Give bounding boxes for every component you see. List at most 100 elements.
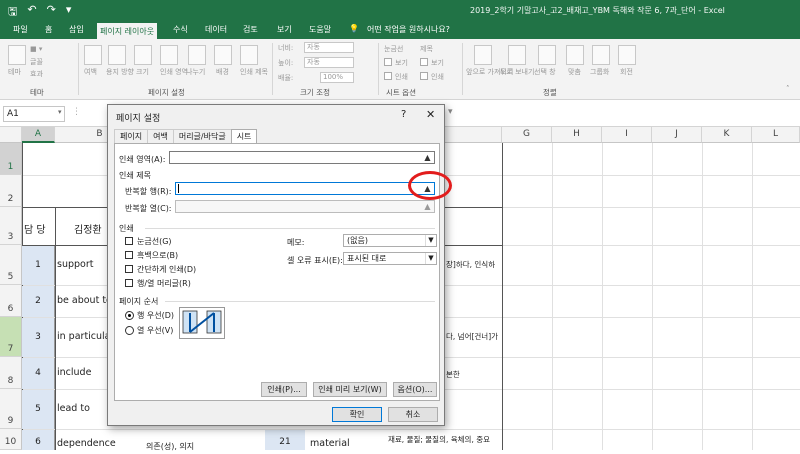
expand-formula-icon[interactable]: ▾ <box>448 107 453 117</box>
tab-help[interactable]: 도움말 <box>306 24 334 35</box>
col-header-l[interactable]: L <box>752 127 800 143</box>
entry-number: 3 <box>22 318 55 357</box>
down-then-over-label: 행 우선(D) <box>137 311 175 320</box>
tab-review[interactable]: 검토 <box>240 24 261 35</box>
print-area-input[interactable] <box>169 151 435 164</box>
meaning-cell: 의존(성), 의지 <box>146 442 195 451</box>
print-preview-button[interactable]: 인쇄 미리 보기(W) <box>313 382 387 397</box>
bring-forward-icon[interactable] <box>474 45 492 65</box>
entry-number: 6 <box>22 430 55 450</box>
effects-button[interactable]: 효과 <box>30 69 43 79</box>
fonts-button[interactable]: 글꼴 <box>30 57 43 67</box>
comments-select[interactable]: (없음) ▼ <box>343 234 437 247</box>
black-white-checkbox[interactable] <box>125 251 133 259</box>
tab-data[interactable]: 데이터 <box>202 24 230 35</box>
header-cell-a: 담 당 <box>24 225 46 236</box>
col-header-i[interactable]: I <box>602 127 652 143</box>
col-header-h[interactable]: H <box>552 127 602 143</box>
down-then-over-radio[interactable] <box>125 311 134 320</box>
row-header-7[interactable]: 7 <box>0 317 22 357</box>
align-icon[interactable] <box>566 45 584 65</box>
repeat-cols-input[interactable] <box>175 200 435 213</box>
title-bar: 🖫 ↶ ↷ ▾ 2019_2학기 기말고사_고2_배재고_YBM 독해와 작문 … <box>0 0 800 22</box>
orientation-icon[interactable] <box>108 45 126 65</box>
rotate-icon[interactable] <box>618 45 636 65</box>
print-button[interactable]: 인쇄(P)... <box>261 382 307 397</box>
send-backward-label: 뒤로 보내기 <box>500 68 535 76</box>
scale-label: 배율: <box>278 74 294 82</box>
height-select[interactable]: 자동 <box>304 57 354 68</box>
col-header-k[interactable]: K <box>702 127 752 143</box>
tab-header-footer[interactable]: 머리글/바닥글 <box>172 129 232 143</box>
scale-input[interactable]: 100% <box>320 72 354 83</box>
selection-pane-icon[interactable] <box>538 45 556 65</box>
select-all-corner[interactable] <box>0 127 22 143</box>
draft-quality-checkbox[interactable] <box>125 265 133 273</box>
tab-formulas[interactable]: 수식 <box>170 24 191 35</box>
headings-view-check[interactable] <box>420 58 428 66</box>
row-header-10[interactable]: 10 <box>0 429 22 450</box>
print-label-1: 인쇄 <box>395 73 408 81</box>
col-header-g[interactable]: G <box>502 127 552 143</box>
print-titles-icon[interactable] <box>240 45 258 65</box>
page-setup-dialog: 페이지 설정 ? ✕ 페이지 여백 머리글/바닥글 시트 인쇄 영역(A): ▲… <box>107 104 445 426</box>
repeat-cols-label: 반복할 열(C): <box>125 204 172 213</box>
row-header-9[interactable]: 9 <box>0 389 22 429</box>
row-header-6[interactable]: 6 <box>0 285 22 317</box>
size-icon[interactable] <box>134 45 152 65</box>
collapse-cols-icon[interactable]: ▲ <box>422 201 433 212</box>
tab-sheet[interactable]: 시트 <box>230 129 258 144</box>
tab-page-layout[interactable]: 페이지 레이아웃 <box>96 22 159 39</box>
highlight-circle <box>408 171 452 200</box>
gridlines-checkbox[interactable] <box>125 237 133 245</box>
group-scale: 크기 조정 <box>300 88 330 97</box>
cell-errors-select[interactable]: 표시된 대로 ▼ <box>343 252 437 265</box>
undo-icon[interactable]: ↶ <box>27 3 36 22</box>
tab-page[interactable]: 페이지 <box>114 129 149 143</box>
row-header-8[interactable]: 8 <box>0 357 22 389</box>
print-area-icon[interactable] <box>160 45 178 65</box>
gridlines-view-check[interactable] <box>384 58 392 66</box>
over-then-down-radio[interactable] <box>125 326 134 335</box>
tell-me-box[interactable]: 어떤 작업을 원하시나요? <box>364 24 453 35</box>
repeat-rows-input[interactable] <box>175 182 435 195</box>
over-then-down-label: 열 우선(V) <box>137 326 174 335</box>
headings-print-check[interactable] <box>420 72 428 80</box>
themes-icon[interactable] <box>8 45 26 65</box>
width-select[interactable]: 자동 <box>304 42 354 53</box>
row-col-headings-checkbox[interactable] <box>125 279 133 287</box>
entry-number: 4 <box>22 358 55 389</box>
col-header-a[interactable]: A <box>22 127 55 143</box>
breaks-icon[interactable] <box>188 45 206 65</box>
tab-view[interactable]: 보기 <box>274 24 295 35</box>
background-icon[interactable] <box>214 45 232 65</box>
row-header-2[interactable]: 2 <box>0 175 22 207</box>
options-button[interactable]: 옵션(O)... <box>393 382 437 397</box>
help-icon[interactable]: ? <box>401 109 406 120</box>
dialog-title: 페이지 설정 <box>116 114 161 124</box>
margins-icon[interactable] <box>84 45 102 65</box>
namebox-dropdown-icon[interactable]: ▾ <box>58 108 62 116</box>
tab-margins[interactable]: 여백 <box>147 129 174 143</box>
close-icon[interactable]: ✕ <box>426 108 435 121</box>
redo-icon[interactable]: ↷ <box>47 3 56 22</box>
collapse-ribbon-icon[interactable]: ˆ <box>786 85 790 93</box>
cancel-button[interactable]: 취소 <box>388 407 438 422</box>
row-header-5[interactable]: 5 <box>0 245 22 285</box>
row-header-3[interactable]: 3 <box>0 207 22 245</box>
tab-file[interactable]: 파일 <box>10 24 31 35</box>
save-icon[interactable]: 🖫 <box>8 3 17 22</box>
col-header-j[interactable]: J <box>652 127 702 143</box>
tab-insert[interactable]: 삽입 <box>66 24 87 35</box>
row-header-1[interactable]: 1 <box>0 143 22 175</box>
ok-button[interactable]: 확인 <box>332 407 382 422</box>
customize-qat-icon[interactable]: ▾ <box>66 3 72 22</box>
collapse-dialog-icon[interactable]: ▲ <box>422 152 433 163</box>
colors-icon[interactable]: ■ ▾ <box>30 45 42 53</box>
gridlines-print-check[interactable] <box>384 72 392 80</box>
tab-home[interactable]: 홈 <box>42 24 55 35</box>
group-icon[interactable] <box>592 45 610 65</box>
send-backward-icon[interactable] <box>508 45 526 65</box>
sheet-panel: 인쇄 영역(A): ▲ 인쇄 제목 반복할 행(R): ▲ 반복할 열(C): … <box>114 143 440 401</box>
name-box[interactable]: A1 <box>3 106 65 122</box>
